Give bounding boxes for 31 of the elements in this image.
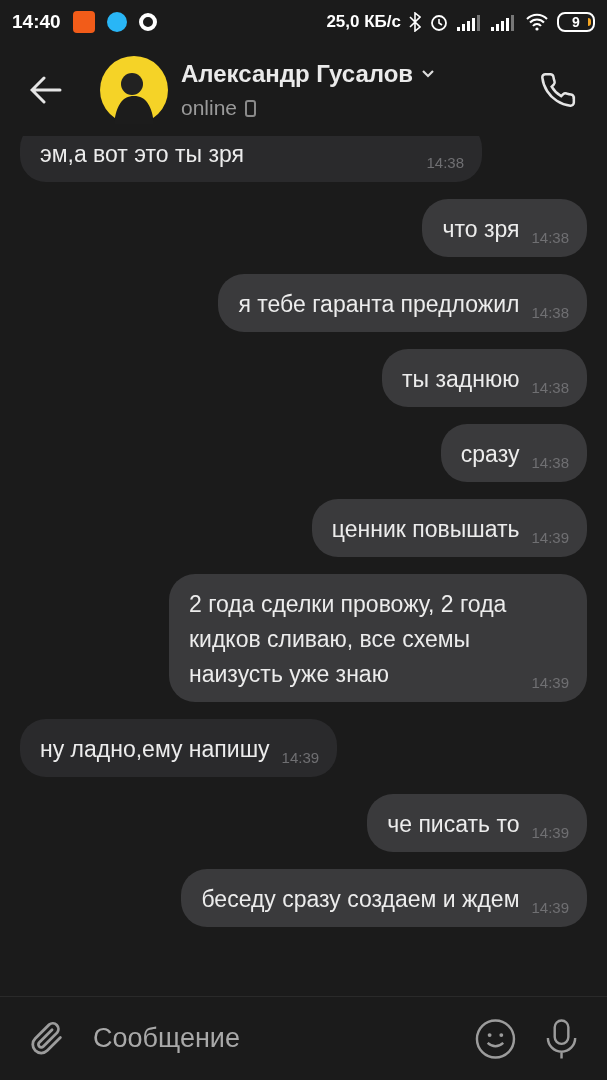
message-text: я тебе гаранта предложил — [238, 290, 520, 319]
message-input[interactable]: Сообщение — [93, 1018, 447, 1059]
emoji-icon[interactable] — [475, 1017, 516, 1060]
battery-icon: 9 — [557, 12, 595, 32]
message-text: 2 года сделки провожу, 2 года кидков сливаю, все схемы наизусть уже знаю — [189, 590, 508, 689]
message-text: эм,а вот это ты зря — [40, 140, 244, 169]
back-icon[interactable] — [30, 76, 62, 104]
network-speed: 25,0 КБ/с — [326, 11, 401, 34]
presence-status: online — [181, 95, 238, 122]
message-time: 14:39 — [281, 747, 320, 768]
chevron-down-icon[interactable] — [421, 69, 436, 80]
message-text: ну ладно,ему напишу — [40, 735, 270, 764]
wifi-icon — [525, 13, 549, 31]
message-time: 14:38 — [426, 152, 464, 173]
message-text: ты заднюю — [402, 365, 520, 394]
avatar[interactable] — [100, 56, 168, 124]
message-text: ценник повышать — [331, 515, 520, 544]
clock: 14:40 — [12, 9, 61, 34]
message-text: сразу — [460, 440, 520, 469]
message-text: что зря — [442, 215, 520, 244]
message-text: беседу сразу создаем и ждем — [201, 885, 520, 914]
contact-name[interactable]: Александр Гусалов — [181, 56, 414, 93]
alarm-icon — [429, 12, 449, 32]
signal-icon — [457, 13, 483, 31]
app-notification-icon — [72, 11, 95, 33]
phone-device-icon — [245, 99, 257, 117]
message-text: че писать то — [387, 810, 520, 839]
signal-icon — [491, 13, 517, 31]
app-notification-icon — [106, 12, 127, 32]
bluetooth-icon — [409, 12, 421, 32]
call-icon[interactable] — [539, 71, 577, 109]
